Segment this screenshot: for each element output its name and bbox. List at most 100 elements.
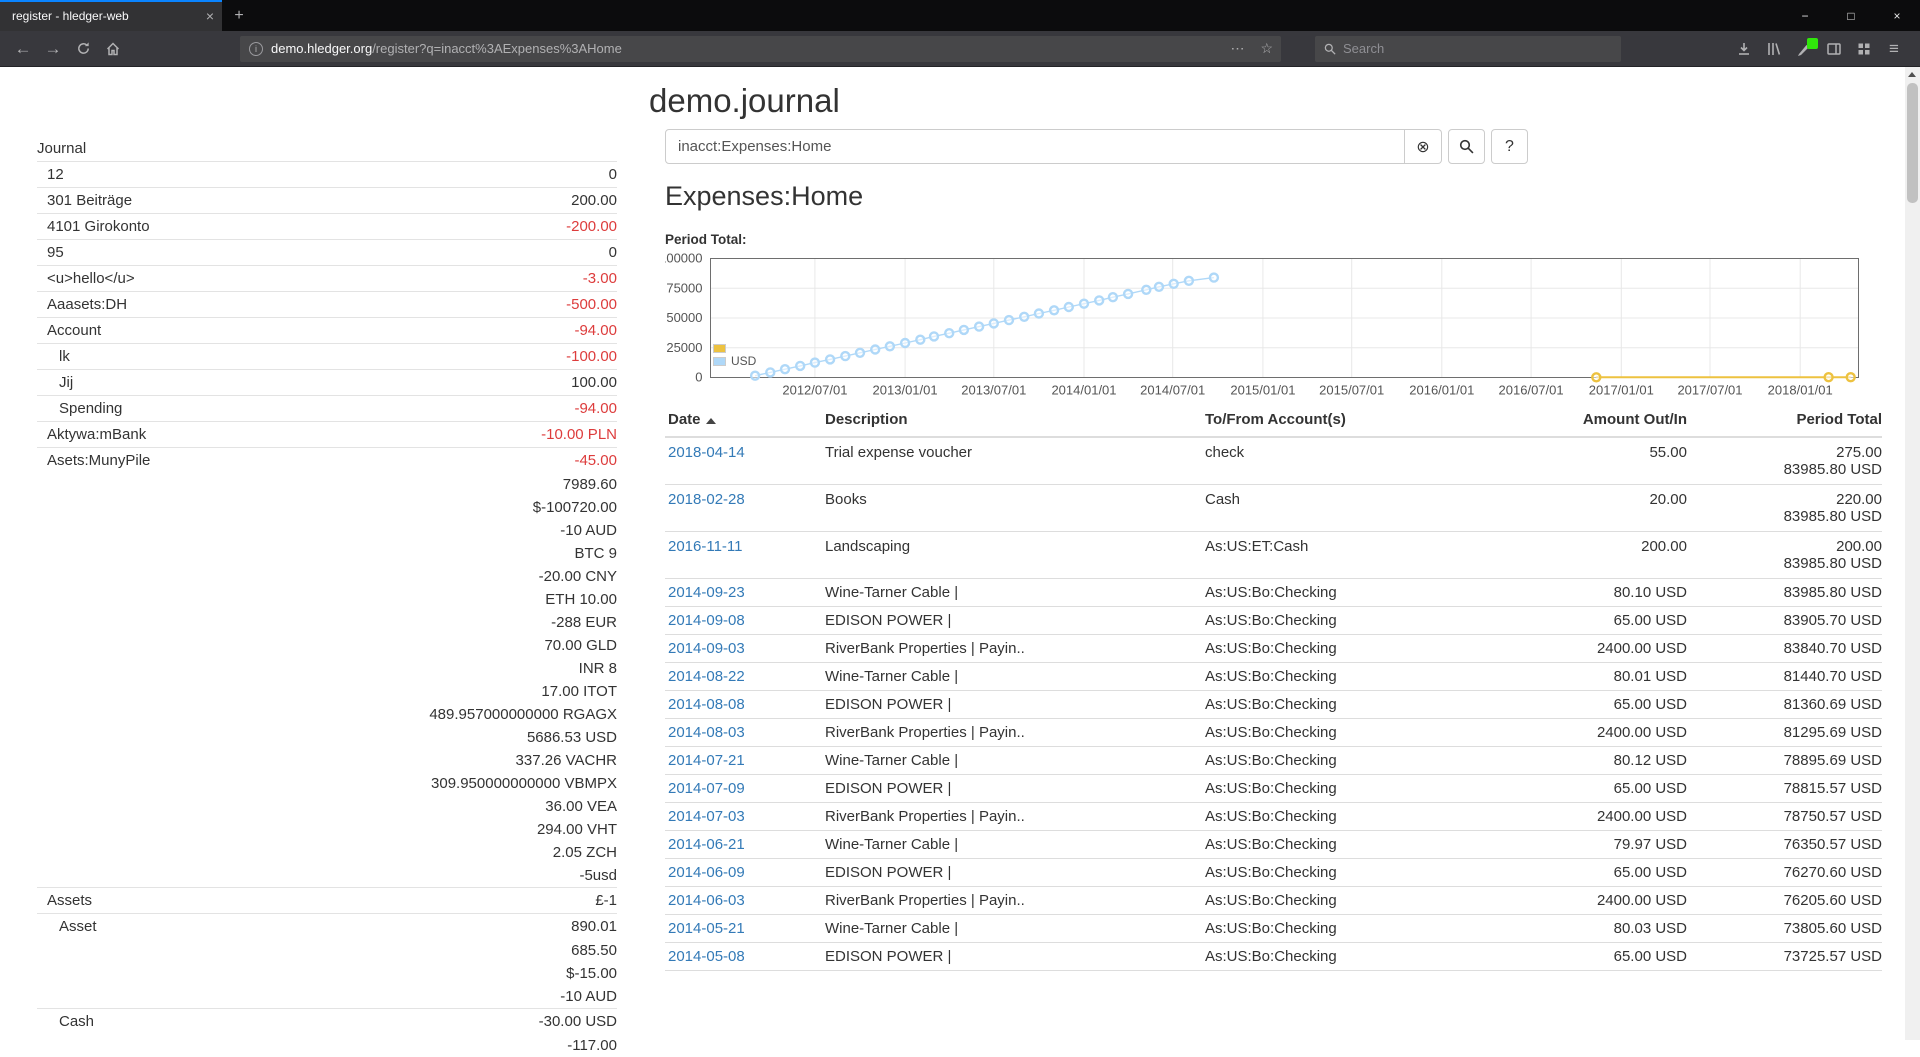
- account-link[interactable]: Aaasets:DH: [37, 296, 127, 313]
- journal-link[interactable]: Journal: [37, 140, 86, 157]
- period-total-line: 81360.69 USD: [1687, 696, 1882, 713]
- svg-text:0: 0: [695, 370, 702, 385]
- page-actions-icon[interactable]: ⋯: [1230, 40, 1244, 57]
- account-link[interactable]: Assets: [37, 892, 92, 909]
- account-link[interactable]: Account: [37, 322, 101, 339]
- url-text[interactable]: demo.hledger.org/register?q=inacct%3AExp…: [271, 41, 1222, 56]
- account-link[interactable]: 301 Beiträge: [37, 192, 132, 209]
- url-bar[interactable]: i demo.hledger.org/register?q=inacct%3AE…: [240, 36, 1281, 62]
- register-account[interactable]: As:US:Bo:Checking: [1205, 864, 1507, 881]
- account-link[interactable]: 95: [37, 244, 64, 261]
- register-date-cell: 2014-06-09: [665, 864, 825, 881]
- window-minimize-button[interactable]: −: [1782, 0, 1828, 31]
- search-button[interactable]: [1448, 129, 1485, 164]
- register-account[interactable]: As:US:Bo:Checking: [1205, 920, 1507, 937]
- window-maximize-button[interactable]: □: [1828, 0, 1874, 31]
- register-account[interactable]: As:US:Bo:Checking: [1205, 892, 1507, 909]
- sidebar-account-row: Account-94.00: [37, 317, 617, 343]
- register-account[interactable]: As:US:Bo:Checking: [1205, 948, 1507, 965]
- transaction-date-link[interactable]: 2014-07-03: [668, 808, 745, 825]
- account-balance: $-100720.00: [533, 499, 617, 516]
- transaction-date-link[interactable]: 2014-06-03: [668, 892, 745, 909]
- account-link[interactable]: Spending: [37, 400, 122, 417]
- account-link[interactable]: lk: [37, 348, 70, 365]
- legend-swatch: [713, 357, 726, 366]
- transaction-date-link[interactable]: 2014-05-21: [668, 920, 745, 937]
- scrollbar-thumb[interactable]: [1907, 83, 1918, 203]
- extension-quill-icon[interactable]: [1792, 37, 1816, 61]
- sidebar-balance-row: 17.00 ITOT: [37, 680, 617, 703]
- page-scrollbar[interactable]: [1905, 67, 1920, 1040]
- account-link[interactable]: Cash: [37, 1013, 94, 1030]
- download-icon[interactable]: [1732, 37, 1756, 61]
- transaction-date-link[interactable]: 2016-11-11: [668, 538, 743, 555]
- sidebar-account-row: Spending-94.00: [37, 395, 617, 421]
- transaction-date-link[interactable]: 2014-09-03: [668, 640, 745, 657]
- bookmark-star-icon[interactable]: ☆: [1260, 40, 1273, 57]
- url-domain: demo.hledger.org: [271, 41, 372, 56]
- transaction-date-link[interactable]: 2018-04-14: [668, 444, 745, 461]
- svg-text:50000: 50000: [666, 310, 702, 325]
- clear-query-button[interactable]: ⊗: [1405, 129, 1442, 164]
- register-account[interactable]: As:US:Bo:Checking: [1205, 584, 1507, 601]
- account-balance: 70.00 GLD: [544, 637, 617, 654]
- transaction-date-link[interactable]: 2014-06-21: [668, 836, 745, 853]
- browser-search-bar[interactable]: Search: [1315, 36, 1621, 62]
- register-account[interactable]: As:US:Bo:Checking: [1205, 752, 1507, 769]
- transaction-date-link[interactable]: 2014-05-08: [668, 948, 745, 965]
- home-icon[interactable]: [98, 35, 128, 63]
- menu-icon[interactable]: ≡: [1882, 37, 1906, 61]
- account-link[interactable]: Asets:MunyPile: [37, 452, 150, 469]
- register-row: 2014-09-23Wine-Tarner Cable |As:US:Bo:Ch…: [665, 579, 1882, 607]
- period-total-line: 81295.69 USD: [1687, 724, 1882, 741]
- register-account[interactable]: check: [1205, 444, 1507, 478]
- register-period-total: 81440.70 USD: [1687, 668, 1882, 685]
- transaction-date-link[interactable]: 2014-08-22: [668, 668, 745, 685]
- account-link[interactable]: 4101 Girokonto: [37, 218, 150, 235]
- forward-icon[interactable]: →: [38, 35, 68, 63]
- register-date-cell: 2014-06-03: [665, 892, 825, 909]
- register-period-total: 83840.70 USD: [1687, 640, 1882, 657]
- back-icon[interactable]: ←: [8, 35, 38, 63]
- account-link[interactable]: Jij: [37, 374, 73, 391]
- register-account[interactable]: As:US:Bo:Checking: [1205, 612, 1507, 629]
- account-balance: -500.00: [566, 296, 617, 313]
- column-header-date[interactable]: Date: [665, 411, 825, 428]
- scrollbar-up-arrow-icon[interactable]: [1908, 72, 1916, 77]
- account-link[interactable]: Asset: [37, 918, 97, 935]
- transaction-date-link[interactable]: 2014-08-03: [668, 724, 745, 741]
- register-account[interactable]: As:US:Bo:Checking: [1205, 724, 1507, 741]
- register-account[interactable]: Cash: [1205, 491, 1507, 525]
- account-link[interactable]: 12: [37, 166, 64, 183]
- register-account[interactable]: As:US:ET:Cash: [1205, 538, 1507, 572]
- register-account[interactable]: As:US:Bo:Checking: [1205, 640, 1507, 657]
- transaction-date-link[interactable]: 2018-02-28: [668, 491, 745, 508]
- register-account[interactable]: As:US:Bo:Checking: [1205, 696, 1507, 713]
- register-account[interactable]: As:US:Bo:Checking: [1205, 808, 1507, 825]
- transaction-date-link[interactable]: 2014-07-09: [668, 780, 745, 797]
- account-link[interactable]: Aktywa:mBank: [37, 426, 146, 443]
- tab-close-icon[interactable]: ×: [206, 8, 214, 24]
- sidebar-balance-row: 309.950000000000 VBMPX: [37, 772, 617, 795]
- window-close-button[interactable]: ×: [1874, 0, 1920, 31]
- grid-icon[interactable]: [1852, 37, 1876, 61]
- register-account[interactable]: As:US:Bo:Checking: [1205, 668, 1507, 685]
- query-input[interactable]: [665, 129, 1405, 164]
- transaction-date-link[interactable]: 2014-09-23: [668, 584, 745, 601]
- site-info-icon[interactable]: i: [249, 42, 263, 56]
- new-tab-button[interactable]: +: [222, 0, 256, 31]
- register-period-total: 200.0083985.80 USD: [1687, 538, 1882, 572]
- transaction-date-link[interactable]: 2014-09-08: [668, 612, 745, 629]
- sidebar-panel-icon[interactable]: [1822, 37, 1846, 61]
- transaction-date-link[interactable]: 2014-07-21: [668, 752, 745, 769]
- register-account[interactable]: As:US:Bo:Checking: [1205, 780, 1507, 797]
- reload-icon[interactable]: [68, 35, 98, 63]
- help-button[interactable]: ?: [1491, 129, 1528, 164]
- account-link[interactable]: <u>hello</u>: [37, 270, 135, 287]
- library-icon[interactable]: [1762, 37, 1786, 61]
- transaction-date-link[interactable]: 2014-06-09: [668, 864, 745, 881]
- sidebar-balance-row: 294.00 VHT: [37, 818, 617, 841]
- browser-tab[interactable]: register - hledger-web ×: [0, 0, 222, 31]
- register-account[interactable]: As:US:Bo:Checking: [1205, 836, 1507, 853]
- transaction-date-link[interactable]: 2014-08-08: [668, 696, 745, 713]
